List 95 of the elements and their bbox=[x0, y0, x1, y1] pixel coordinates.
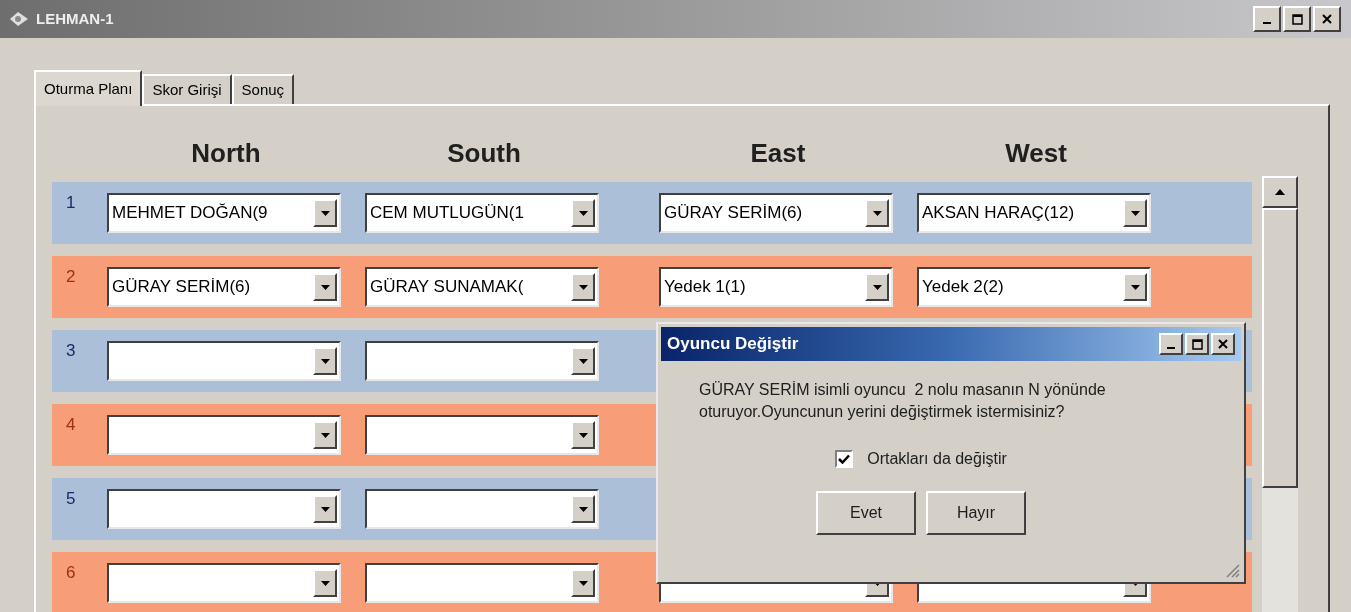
player-dropdown[interactable]: AKSAN HARAÇ(12) bbox=[917, 193, 1151, 233]
dropdown-arrow-button[interactable] bbox=[571, 199, 595, 227]
dialog-button[interactable]: Evet bbox=[816, 491, 916, 535]
player-dropdown[interactable] bbox=[107, 415, 341, 455]
dropdown-value: GÜRAY SERİM(6) bbox=[112, 276, 251, 299]
player-dropdown[interactable]: Yedek 1(1) bbox=[659, 267, 893, 307]
dropdown-value: AKSAN HARAÇ(12) bbox=[922, 202, 1075, 225]
dropdown-arrow-button[interactable] bbox=[571, 421, 595, 449]
app-icon bbox=[8, 10, 30, 28]
caret-icon bbox=[1130, 210, 1140, 216]
caret-icon bbox=[320, 506, 330, 512]
caret-icon bbox=[578, 432, 588, 438]
player-dropdown[interactable]: MEHMET DOĞAN(9 bbox=[107, 193, 341, 233]
dropdown-arrow-button[interactable] bbox=[571, 569, 595, 597]
dropdown-value: GÜRAY SERİM(6) bbox=[664, 202, 803, 225]
player-dropdown[interactable] bbox=[365, 563, 599, 603]
minimize-icon bbox=[1167, 346, 1175, 349]
player-dropdown[interactable]: CEM MUTLUGÜN(1 bbox=[365, 193, 599, 233]
caret-icon bbox=[872, 210, 882, 216]
tab[interactable]: Oturma Planı bbox=[34, 70, 143, 106]
minimize-button[interactable] bbox=[1253, 6, 1281, 32]
dialog-message: GÜRAY SERİM isimli oyuncu 2 nolu masanın N yönünde oturuyor.Oyuncunun yerini değiştirmek istermisiniz? bbox=[698, 380, 1107, 422]
tab[interactable]: Skor Girişi bbox=[142, 74, 232, 104]
table-number: 6 bbox=[66, 562, 77, 584]
player-dropdown[interactable]: GÜRAY SERİM(6) bbox=[107, 267, 341, 307]
dropdown-value: Yedek 2(2) bbox=[922, 276, 1004, 299]
dropdown-arrow-button[interactable] bbox=[571, 273, 595, 301]
scrollbar[interactable] bbox=[1262, 176, 1298, 612]
player-dropdown[interactable] bbox=[365, 341, 599, 381]
dropdown-value: MEHMET DOĞAN(9 bbox=[112, 202, 268, 225]
dropdown-arrow-button[interactable] bbox=[865, 273, 889, 301]
dropdown-arrow-button[interactable] bbox=[313, 273, 337, 301]
table-number: 2 bbox=[66, 266, 77, 288]
caret-icon bbox=[1130, 284, 1140, 290]
caret-icon bbox=[1275, 189, 1285, 195]
player-dropdown[interactable] bbox=[365, 489, 599, 529]
dropdown-arrow-button[interactable] bbox=[313, 421, 337, 449]
dropdown-arrow-button[interactable] bbox=[865, 199, 889, 227]
column-header: East bbox=[750, 136, 806, 170]
maximize-button[interactable] bbox=[1185, 333, 1209, 355]
maximize-icon bbox=[1291, 13, 1303, 25]
close-button[interactable] bbox=[1211, 333, 1235, 355]
caret-icon bbox=[578, 506, 588, 512]
player-dropdown[interactable]: Yedek 2(2) bbox=[917, 267, 1151, 307]
table-number: 1 bbox=[66, 192, 77, 214]
window-title: LEHMAN-1 bbox=[36, 8, 114, 29]
player-dropdown[interactable] bbox=[107, 489, 341, 529]
caret-icon bbox=[578, 284, 588, 290]
player-dropdown[interactable] bbox=[365, 415, 599, 455]
close-icon bbox=[1322, 14, 1332, 24]
minimize-button[interactable] bbox=[1159, 333, 1183, 355]
caret-icon bbox=[320, 580, 330, 586]
close-icon bbox=[1218, 339, 1228, 349]
caret-icon bbox=[320, 432, 330, 438]
table-number: 3 bbox=[66, 340, 77, 362]
player-dropdown[interactable] bbox=[107, 341, 341, 381]
scroll-up-button[interactable] bbox=[1262, 176, 1298, 208]
player-dropdown[interactable] bbox=[107, 563, 341, 603]
checkbox[interactable] bbox=[835, 450, 854, 468]
dropdown-value: CEM MUTLUGÜN(1 bbox=[370, 202, 524, 225]
dropdown-value: GÜRAY SUNAMAK( bbox=[370, 276, 524, 299]
dropdown-arrow-button[interactable] bbox=[571, 347, 595, 375]
column-header: West bbox=[1005, 136, 1067, 170]
dropdown-arrow-button[interactable] bbox=[313, 495, 337, 523]
table-number: 5 bbox=[66, 488, 77, 510]
column-header: South bbox=[447, 136, 521, 170]
dialog-title: Oyuncu Değiştir bbox=[667, 333, 799, 356]
column-header: North bbox=[191, 136, 261, 170]
caret-icon bbox=[578, 358, 588, 364]
caret-icon bbox=[320, 284, 330, 290]
caret-icon bbox=[320, 210, 330, 216]
dropdown-arrow-button[interactable] bbox=[571, 495, 595, 523]
dropdown-value: Yedek 1(1) bbox=[664, 276, 746, 299]
player-dropdown[interactable]: GÜRAY SERİM(6) bbox=[659, 193, 893, 233]
checkbox-label: Ortakları da değiştir bbox=[867, 449, 1007, 469]
caret-icon bbox=[320, 358, 330, 364]
dropdown-arrow-button[interactable] bbox=[313, 199, 337, 227]
close-button[interactable] bbox=[1313, 6, 1341, 32]
dropdown-arrow-button[interactable] bbox=[313, 347, 337, 375]
dropdown-arrow-button[interactable] bbox=[1123, 199, 1147, 227]
table-number: 4 bbox=[66, 414, 77, 436]
scroll-thumb[interactable] bbox=[1262, 208, 1298, 488]
resize-grip-icon bbox=[1224, 562, 1240, 578]
player-dropdown[interactable]: GÜRAY SUNAMAK( bbox=[365, 267, 599, 307]
maximize-icon bbox=[1191, 338, 1203, 350]
dropdown-arrow-button[interactable] bbox=[313, 569, 337, 597]
caret-icon bbox=[578, 580, 588, 586]
dialog-button[interactable]: Hayır bbox=[926, 491, 1026, 535]
caret-icon bbox=[872, 284, 882, 290]
tab[interactable]: Sonuç bbox=[231, 74, 295, 104]
caret-icon bbox=[578, 210, 588, 216]
check-icon bbox=[838, 454, 851, 464]
dropdown-arrow-button[interactable] bbox=[1123, 273, 1147, 301]
minimize-icon bbox=[1263, 21, 1271, 24]
maximize-button[interactable] bbox=[1283, 6, 1311, 32]
